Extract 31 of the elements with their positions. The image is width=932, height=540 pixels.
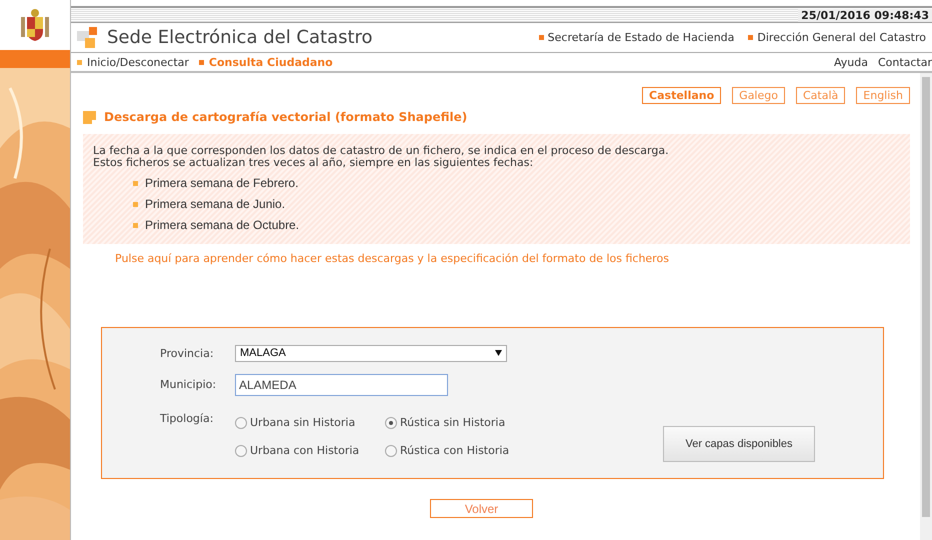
field-label: Municipio: — [160, 378, 218, 391]
municipality-input[interactable]: ALAMEDA — [235, 374, 448, 396]
section-title: Descarga de cartografía vectorial (formato Shapefile) — [104, 110, 468, 124]
date-item: Primera semana de Junio. — [145, 197, 286, 211]
nav-link[interactable]: Ayuda — [834, 56, 868, 68]
field-label: Provincia: — [160, 346, 215, 360]
radio-option[interactable]: Urbana sin Historia — [235, 412, 385, 434]
field-label: Tipología: — [160, 412, 214, 424]
bullet-icon — [133, 180, 138, 186]
radio-option[interactable]: Rústica con Historia — [385, 440, 535, 462]
section-icon — [83, 110, 96, 124]
bullet-icon — [133, 202, 138, 206]
nav-link[interactable]: Contactar — [878, 56, 932, 68]
info-text: Estos ficheros se actualizan tres veces al año, siempre en las siguientes fechas: — [93, 157, 534, 169]
nav-link[interactable]: Inicio/Desconectar — [77, 56, 189, 68]
scrollbar-thumb[interactable] — [922, 77, 930, 517]
info-text: La fecha a la que corresponden los datos de catastro de un fichero, se indica en el proceso de descarga. — [93, 145, 670, 157]
date-time: 25/01/2016 09:48:43 — [798, 8, 932, 22]
date-item: Primera semana de Febrero. — [145, 176, 298, 190]
logo-icon — [77, 26, 99, 48]
show-layers-button[interactable]: Ver capas disponibles — [663, 426, 815, 462]
dropdown-icon — [495, 350, 502, 356]
date-item: Primera semana de Octubre. — [145, 218, 300, 232]
accent-bar — [0, 50, 70, 68]
site-title: Sede Electrónica del Catastro — [107, 27, 374, 48]
radio-option[interactable]: Rústica sin Historia — [385, 412, 535, 434]
province-select[interactable]: MALAGA — [235, 344, 507, 362]
header-link[interactable]: Secretaría de Estado de Hacienda — [538, 31, 734, 44]
radio-option[interactable]: Urbana con Historia — [235, 440, 385, 462]
bullet-icon — [133, 222, 138, 228]
header-link[interactable]: Dirección General del Catastro — [748, 31, 926, 44]
